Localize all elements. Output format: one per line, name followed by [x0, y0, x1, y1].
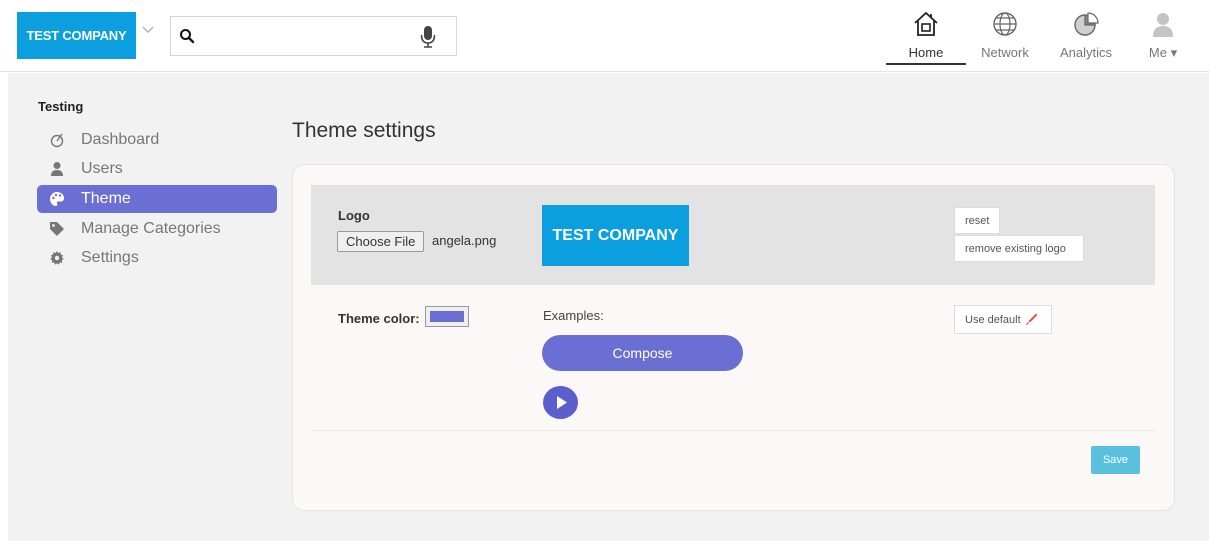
search-box: [170, 16, 457, 56]
color-swatch-fill: [430, 311, 464, 322]
sidebar-item-label: Settings: [81, 249, 139, 266]
sidebar-item-label: Manage Categories: [81, 220, 221, 237]
sidebar-item-label: Theme: [81, 190, 131, 207]
use-default-label: Use default: [965, 313, 1021, 326]
selected-file-name: angela.png: [432, 233, 497, 248]
nav-home[interactable]: Home: [886, 10, 966, 65]
search-icon[interactable]: [179, 28, 195, 44]
caret-down-icon: ▾: [1170, 45, 1178, 60]
nav-network[interactable]: Network: [970, 10, 1040, 66]
theme-color-label: Theme color:: [338, 311, 420, 326]
sidebar-item-settings[interactable]: Settings: [37, 244, 277, 272]
palette-icon: [50, 192, 64, 206]
globe-icon: [993, 12, 1017, 36]
nav-label: Network: [981, 45, 1029, 60]
use-default-button[interactable]: Use default: [954, 305, 1052, 334]
compose-example-button[interactable]: Compose: [542, 335, 743, 371]
sidebar-item-label: Users: [81, 160, 123, 177]
dashboard-icon: [50, 133, 64, 148]
nav-me[interactable]: Me ▾: [1140, 10, 1186, 66]
top-header: TEST COMPANY Home Network Analytics Me ▾: [0, 0, 1209, 72]
sidebar-item-theme[interactable]: Theme: [37, 185, 277, 213]
logo-label: Logo: [338, 208, 370, 223]
choose-file-button[interactable]: Choose File: [337, 231, 425, 252]
microphone-icon[interactable]: [419, 25, 437, 49]
logo-preview: TEST COMPANY: [542, 205, 689, 266]
company-logo[interactable]: TEST COMPANY: [17, 12, 136, 59]
reset-button[interactable]: reset: [954, 207, 1001, 234]
home-icon: [914, 11, 938, 36]
gear-icon: [50, 251, 64, 265]
save-button[interactable]: Save: [1091, 446, 1140, 474]
section-divider: [311, 430, 1155, 431]
examples-label: Examples:: [543, 308, 604, 323]
brush-icon: [1025, 313, 1037, 325]
sidebar-item-users[interactable]: Users: [37, 155, 277, 183]
nav-analytics[interactable]: Analytics: [1050, 10, 1122, 66]
nav-label: Home: [908, 45, 944, 60]
sidebar-item-manage-categories[interactable]: Manage Categories: [37, 215, 277, 243]
page-title: Theme settings: [292, 119, 436, 142]
user-icon: [1153, 13, 1173, 37]
search-input[interactable]: [201, 23, 421, 49]
nav-label: Me ▾: [1148, 45, 1178, 60]
chevron-down-icon[interactable]: [140, 22, 156, 38]
play-icon[interactable]: [543, 386, 578, 419]
sidebar-item-label: Dashboard: [81, 131, 160, 148]
sidebar-title: Testing: [38, 99, 84, 114]
user-icon: [51, 162, 63, 176]
theme-color-picker[interactable]: [425, 306, 469, 327]
remove-logo-button[interactable]: remove existing logo: [954, 235, 1084, 262]
pie-chart-icon: [1074, 12, 1099, 36]
tag-icon: [50, 222, 64, 236]
sidebar-item-dashboard[interactable]: Dashboard: [37, 126, 277, 154]
nav-label: Analytics: [1059, 45, 1113, 60]
